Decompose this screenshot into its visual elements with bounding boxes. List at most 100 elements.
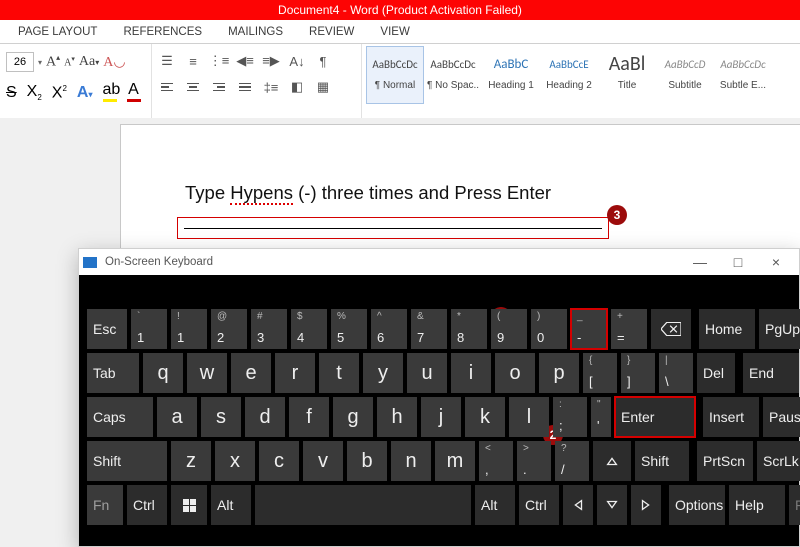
font-color-icon[interactable]: A	[127, 81, 141, 102]
style--normal[interactable]: AaBbCcDc¶ Normal	[366, 46, 424, 104]
subscript-icon[interactable]: X2	[27, 83, 42, 102]
style-subtle-e-[interactable]: AaBbCcDcSubtle E...	[714, 46, 772, 104]
key-pgup[interactable]: PgUp	[759, 309, 800, 349]
key-n[interactable]: n	[391, 441, 431, 481]
tab-references[interactable]: REFERENCES	[123, 24, 202, 43]
numbering-icon[interactable]: ≡	[184, 52, 202, 70]
tab-review[interactable]: REVIEW	[309, 24, 354, 43]
clear-format-icon[interactable]: A◡	[103, 54, 125, 71]
key-h[interactable]: h	[377, 397, 417, 437]
key-c[interactable]: c	[259, 441, 299, 481]
key-7[interactable]: &7	[411, 309, 447, 349]
key-Shift[interactable]: Shift	[635, 441, 689, 481]
text-effects-icon[interactable]: A▾	[77, 84, 93, 102]
tab-mailings[interactable]: MAILINGS	[228, 24, 283, 43]
key-help[interactable]: Help	[729, 485, 785, 525]
tab-page-layout[interactable]: PAGE LAYOUT	[18, 24, 97, 43]
tab-view[interactable]: VIEW	[380, 24, 409, 43]
multilevel-icon[interactable]: ⋮≡	[210, 52, 228, 70]
chevron-down-icon[interactable]: ▾	[38, 58, 42, 67]
justify-icon[interactable]	[236, 78, 254, 96]
key-w[interactable]: w	[187, 353, 227, 393]
style-heading-1[interactable]: AaBbCHeading 1	[482, 46, 540, 104]
key-t[interactable]: t	[319, 353, 359, 393]
key-1[interactable]: !1	[171, 309, 207, 349]
key-up[interactable]	[593, 441, 631, 481]
key-bksp[interactable]	[651, 309, 691, 349]
key-fade[interactable]: Fade	[789, 485, 800, 525]
key-q[interactable]: q	[143, 353, 183, 393]
change-case-icon[interactable]: Aa▾	[79, 54, 99, 70]
key-a[interactable]: a	[157, 397, 197, 437]
borders-icon[interactable]: ▦	[314, 78, 332, 96]
key-Fn[interactable]: Fn	[87, 485, 123, 525]
key-k[interactable]: k	[465, 397, 505, 437]
key-z[interactable]: z	[171, 441, 211, 481]
shading-icon[interactable]: ◧	[288, 78, 306, 96]
highlight-icon[interactable]: ab	[103, 81, 117, 102]
key-Caps[interactable]: Caps	[87, 397, 153, 437]
key-][interactable]: }]	[621, 353, 655, 393]
key-j[interactable]: j	[421, 397, 461, 437]
maximize-button[interactable]: □	[719, 254, 757, 270]
key-d[interactable]: d	[245, 397, 285, 437]
key-3[interactable]: #3	[251, 309, 287, 349]
sort-icon[interactable]: A↓	[288, 52, 306, 70]
key-Alt[interactable]: Alt	[211, 485, 251, 525]
bullets-icon[interactable]: ☰	[158, 52, 176, 70]
key-left[interactable]	[563, 485, 593, 525]
key-v[interactable]: v	[303, 441, 343, 481]
key--[interactable]: _-	[571, 309, 607, 349]
key-/[interactable]: ?/	[555, 441, 589, 481]
key-Tab[interactable]: Tab	[87, 353, 139, 393]
key-pause[interactable]: Pause	[763, 397, 800, 437]
key-4[interactable]: $4	[291, 309, 327, 349]
key-down[interactable]	[597, 485, 627, 525]
close-button[interactable]: ×	[757, 254, 795, 270]
key-y[interactable]: y	[363, 353, 403, 393]
key-e[interactable]: e	[231, 353, 271, 393]
key-space[interactable]	[255, 485, 471, 525]
key-Shift[interactable]: Shift	[87, 441, 167, 481]
dec-indent-icon[interactable]: ◀≡	[236, 52, 254, 70]
grow-font-icon[interactable]: A▴	[46, 53, 60, 71]
key-[[interactable]: {[	[583, 353, 617, 393]
key-Enter[interactable]: Enter	[615, 397, 695, 437]
key-;[interactable]: :;	[553, 397, 587, 437]
key-m[interactable]: m	[435, 441, 475, 481]
align-center-icon[interactable]	[184, 78, 202, 96]
key-l[interactable]: l	[509, 397, 549, 437]
key-options[interactable]: Options	[669, 485, 725, 525]
osk-titlebar[interactable]: On-Screen Keyboard — □ ×	[79, 249, 799, 275]
key-p[interactable]: p	[539, 353, 579, 393]
key-f[interactable]: f	[289, 397, 329, 437]
key-u[interactable]: u	[407, 353, 447, 393]
key-Del[interactable]: Del	[697, 353, 735, 393]
key-i[interactable]: i	[451, 353, 491, 393]
key-x[interactable]: x	[215, 441, 255, 481]
key-6[interactable]: ^6	[371, 309, 407, 349]
key-o[interactable]: o	[495, 353, 535, 393]
strike-icon[interactable]: S	[6, 84, 17, 102]
key-g[interactable]: g	[333, 397, 373, 437]
align-left-icon[interactable]	[158, 78, 176, 96]
style-heading-2[interactable]: AaBbCcEHeading 2	[540, 46, 598, 104]
inc-indent-icon[interactable]: ≡▶	[262, 52, 280, 70]
key-win[interactable]	[171, 485, 207, 525]
shrink-font-icon[interactable]: A▾	[64, 55, 75, 68]
key-r[interactable]: r	[275, 353, 315, 393]
key-insert[interactable]: Insert	[703, 397, 759, 437]
key-end[interactable]: End	[743, 353, 799, 393]
minimize-button[interactable]: —	[681, 254, 719, 270]
key-b[interactable]: b	[347, 441, 387, 481]
key-=[interactable]: +=	[611, 309, 647, 349]
key-Esc[interactable]: Esc	[87, 309, 127, 349]
font-size-input[interactable]: 26	[6, 52, 34, 72]
key-9[interactable]: (9	[491, 309, 527, 349]
key-\[interactable]: |\	[659, 353, 693, 393]
key-home[interactable]: Home	[699, 309, 755, 349]
key-.[interactable]: >.	[517, 441, 551, 481]
key-,[interactable]: <,	[479, 441, 513, 481]
key-0[interactable]: )0	[531, 309, 567, 349]
key-Alt[interactable]: Alt	[475, 485, 515, 525]
